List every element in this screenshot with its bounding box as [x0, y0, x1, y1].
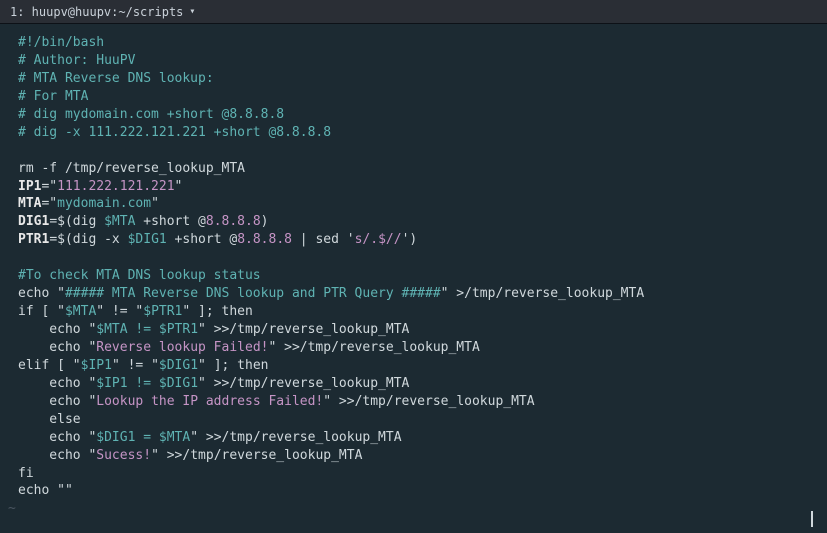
code-line: # Author: HuuPV: [18, 52, 809, 70]
terminal-body[interactable]: #!/bin/bash # Author: HuuPV # MTA Revers…: [0, 24, 827, 533]
code-line: echo "$MTA != $PTR1" >>/tmp/reverse_look…: [18, 321, 809, 339]
tab-label: 1: huupv@huupv:~/scripts: [10, 5, 183, 19]
code-line: # For MTA: [18, 88, 809, 106]
code-line: echo "Reverse lookup Failed!" >>/tmp/rev…: [18, 339, 809, 357]
code-line: [18, 142, 809, 160]
code-line: echo "Lookup the IP address Failed!" >>/…: [18, 393, 809, 411]
code-line: # dig -x 111.222.121.221 +short @8.8.8.8: [18, 124, 809, 142]
code-line: else: [18, 411, 809, 429]
code-line: #To check MTA DNS lookup status: [18, 267, 809, 285]
code-line: echo "$DIG1 = $MTA" >>/tmp/reverse_looku…: [18, 429, 809, 447]
text-cursor: [811, 511, 813, 527]
code-line: PTR1=$(dig -x $DIG1 +short @8.8.8.8 | se…: [18, 231, 809, 249]
code-line: DIG1=$(dig $MTA +short @8.8.8.8): [18, 213, 809, 231]
code-line: MTA="mydomain.com": [18, 195, 809, 213]
code-line: fi: [18, 465, 809, 483]
vim-tilde: ~: [8, 500, 809, 518]
code-line: #!/bin/bash: [18, 34, 809, 52]
code-line: IP1="111.222.121.221": [18, 178, 809, 196]
chevron-down-icon[interactable]: ▾: [189, 6, 195, 17]
code-line: rm -f /tmp/reverse_lookup_MTA: [18, 160, 809, 178]
terminal-titlebar[interactable]: 1: huupv@huupv:~/scripts ▾: [0, 0, 827, 24]
code-line: elif [ "$IP1" != "$DIG1" ]; then: [18, 357, 809, 375]
code-line: echo "": [18, 482, 809, 500]
code-line: echo "##### MTA Reverse DNS lookup and P…: [18, 285, 809, 303]
code-line: [18, 249, 809, 267]
code-line: echo "$IP1 != $DIG1" >>/tmp/reverse_look…: [18, 375, 809, 393]
code-line: # dig mydomain.com +short @8.8.8.8: [18, 106, 809, 124]
code-line: echo "Sucess!" >>/tmp/reverse_lookup_MTA: [18, 447, 809, 465]
code-line: if [ "$MTA" != "$PTR1" ]; then: [18, 303, 809, 321]
code-line: # MTA Reverse DNS lookup:: [18, 70, 809, 88]
